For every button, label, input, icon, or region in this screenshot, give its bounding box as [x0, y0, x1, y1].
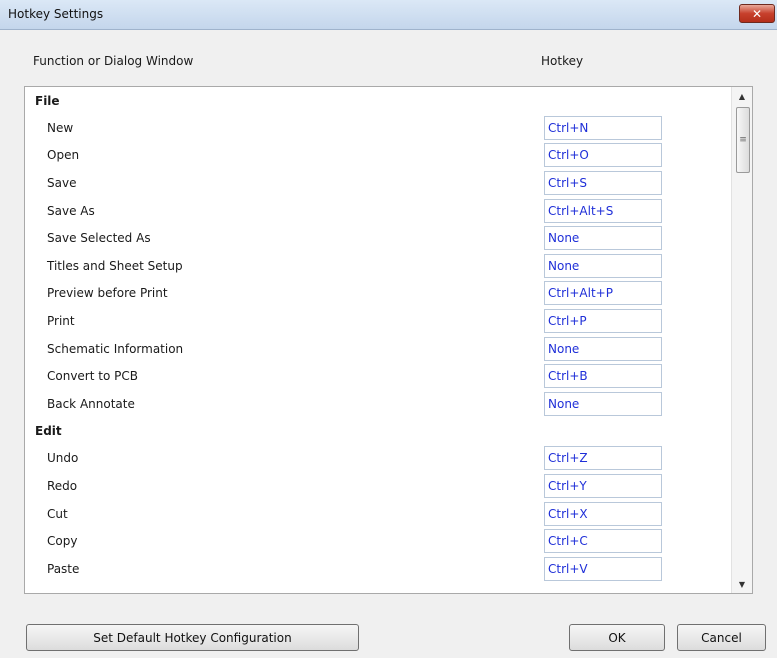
function-label: Cut	[47, 506, 68, 521]
hotkey-list: File New Ctrl+N Open Ctrl+O Save Ctrl+S Save As…	[24, 86, 753, 594]
hotkey-field[interactable]: Ctrl+Y	[544, 473, 662, 498]
hotkey-field[interactable]: Ctrl+V	[544, 556, 662, 581]
hotkey-row: New Ctrl+N	[25, 114, 729, 142]
scroll-down-arrow-icon[interactable]: ▼	[732, 575, 752, 593]
hotkey-field[interactable]: Ctrl+O	[544, 143, 662, 168]
hotkey-row: Redo Ctrl+Y	[25, 472, 729, 500]
scroll-up-arrow-icon[interactable]: ▲	[732, 87, 752, 105]
function-label: Undo	[47, 451, 79, 466]
function-label: Preview before Print	[47, 286, 168, 301]
hotkey-field[interactable]: Ctrl+X	[544, 501, 662, 526]
function-label: Copy	[47, 534, 78, 549]
hotkey-row: Paste Ctrl+V	[25, 555, 729, 583]
function-label: Print	[47, 313, 75, 328]
hotkey-row: Save As Ctrl+Alt+S	[25, 197, 729, 225]
hotkey-field[interactable]: None	[544, 226, 662, 251]
hotkey-row: Cut Ctrl+X	[25, 500, 729, 528]
hotkey-row: Preview before Print Ctrl+Alt+P	[25, 280, 729, 308]
close-button[interactable]: ✕	[739, 4, 775, 23]
hotkey-rows: File New Ctrl+N Open Ctrl+O Save Ctrl+S Save As…	[25, 87, 729, 583]
function-label: Convert to PCB	[47, 369, 138, 384]
hotkey-field[interactable]: Ctrl+P	[544, 308, 662, 333]
hotkey-row: Titles and Sheet Setup None	[25, 252, 729, 280]
hotkey-field[interactable]: Ctrl+Alt+S	[544, 198, 662, 223]
function-label: Open	[47, 148, 80, 163]
function-label: Save As	[47, 203, 95, 218]
function-label: Paste	[47, 561, 80, 576]
hotkey-field[interactable]: Ctrl+N	[544, 115, 662, 140]
hotkey-row: Copy Ctrl+C	[25, 527, 729, 555]
section-header: File	[35, 93, 60, 108]
hotkey-field[interactable]: None	[544, 253, 662, 278]
section-header: Edit	[35, 424, 62, 439]
function-label: Save Selected As	[47, 231, 151, 246]
grip-icon: ≡	[739, 135, 747, 145]
hotkey-field[interactable]: Ctrl+Z	[544, 446, 662, 471]
column-header-hotkey: Hotkey	[541, 54, 584, 68]
hotkey-row: Convert to PCB Ctrl+B	[25, 362, 729, 390]
function-label: New	[47, 120, 74, 135]
function-label: Save	[47, 175, 77, 190]
scroll-thumb[interactable]: ≡	[736, 107, 750, 173]
function-label: Titles and Sheet Setup	[47, 258, 183, 273]
hotkey-field[interactable]: None	[544, 391, 662, 416]
function-label: Back Annotate	[47, 396, 135, 411]
hotkey-row: Print Ctrl+P	[25, 307, 729, 335]
hotkey-field[interactable]: Ctrl+S	[544, 170, 662, 195]
hotkey-row: Schematic Information None	[25, 335, 729, 363]
ok-button[interactable]: OK	[569, 624, 665, 651]
hotkey-field[interactable]: Ctrl+Alt+P	[544, 281, 662, 306]
close-icon: ✕	[751, 6, 763, 21]
hotkey-field[interactable]: Ctrl+B	[544, 364, 662, 389]
vertical-scrollbar[interactable]: ▲ ≡ ▼	[731, 87, 752, 593]
hotkey-row: Save Selected As None	[25, 224, 729, 252]
function-label: Schematic Information	[47, 341, 184, 356]
hotkey-row: Undo Ctrl+Z	[25, 445, 729, 473]
function-label: Redo	[47, 478, 78, 493]
cancel-button[interactable]: Cancel	[677, 624, 766, 651]
hotkey-field[interactable]: Ctrl+C	[544, 529, 662, 554]
hotkey-field[interactable]: None	[544, 336, 662, 361]
hotkey-row: Back Annotate None	[25, 390, 729, 418]
window-title: Hotkey Settings	[8, 7, 104, 21]
set-default-hotkey-button[interactable]: Set Default Hotkey Configuration	[26, 624, 359, 651]
title-bar: Hotkey Settings ✕	[0, 0, 777, 30]
hotkey-row: Save Ctrl+S	[25, 169, 729, 197]
hotkey-row: Open Ctrl+O	[25, 142, 729, 170]
column-header-function: Function or Dialog Window	[33, 54, 194, 68]
